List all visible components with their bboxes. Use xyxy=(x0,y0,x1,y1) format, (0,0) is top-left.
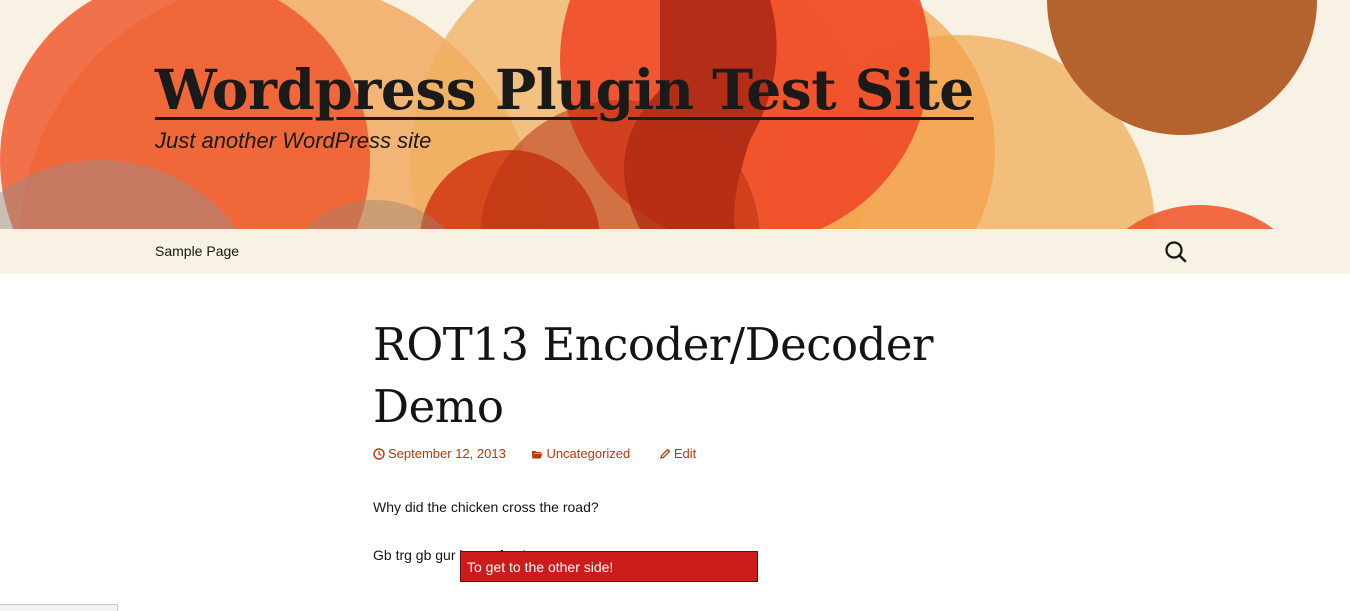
site-header: Wordpress Plugin Test Site Just another … xyxy=(0,0,1350,229)
post-edit-link[interactable]: Edit xyxy=(659,445,696,463)
rot13-decoded-tooltip: To get to the other side! xyxy=(460,551,758,582)
site-title[interactable]: Wordpress Plugin Test Site xyxy=(155,54,974,126)
main-navigation: Sample Page xyxy=(0,229,1350,274)
post-date: September 12, 2013 xyxy=(388,446,506,461)
post-date-link[interactable]: September 12, 2013 xyxy=(373,445,506,463)
search-button[interactable] xyxy=(1160,238,1192,266)
clock-icon xyxy=(373,448,385,460)
site-description: Just another WordPress site xyxy=(155,128,432,153)
pencil-icon xyxy=(659,448,671,459)
post-edit: Edit xyxy=(673,446,697,461)
post-meta: September 12, 2013 Uncategorized Edit xyxy=(373,445,696,463)
post-category: Uncategorized xyxy=(546,446,631,461)
post-title: ROT13 Encoder/Decoder Demo xyxy=(373,318,934,433)
folder-icon xyxy=(532,451,543,459)
browser-status-bar xyxy=(0,604,118,611)
post-category-link[interactable]: Uncategorized xyxy=(531,445,630,463)
nav-item-sample-page[interactable]: Sample Page xyxy=(155,229,239,274)
search-icon xyxy=(1165,241,1187,263)
post-paragraph: Why did the chicken cross the road? xyxy=(373,499,599,515)
